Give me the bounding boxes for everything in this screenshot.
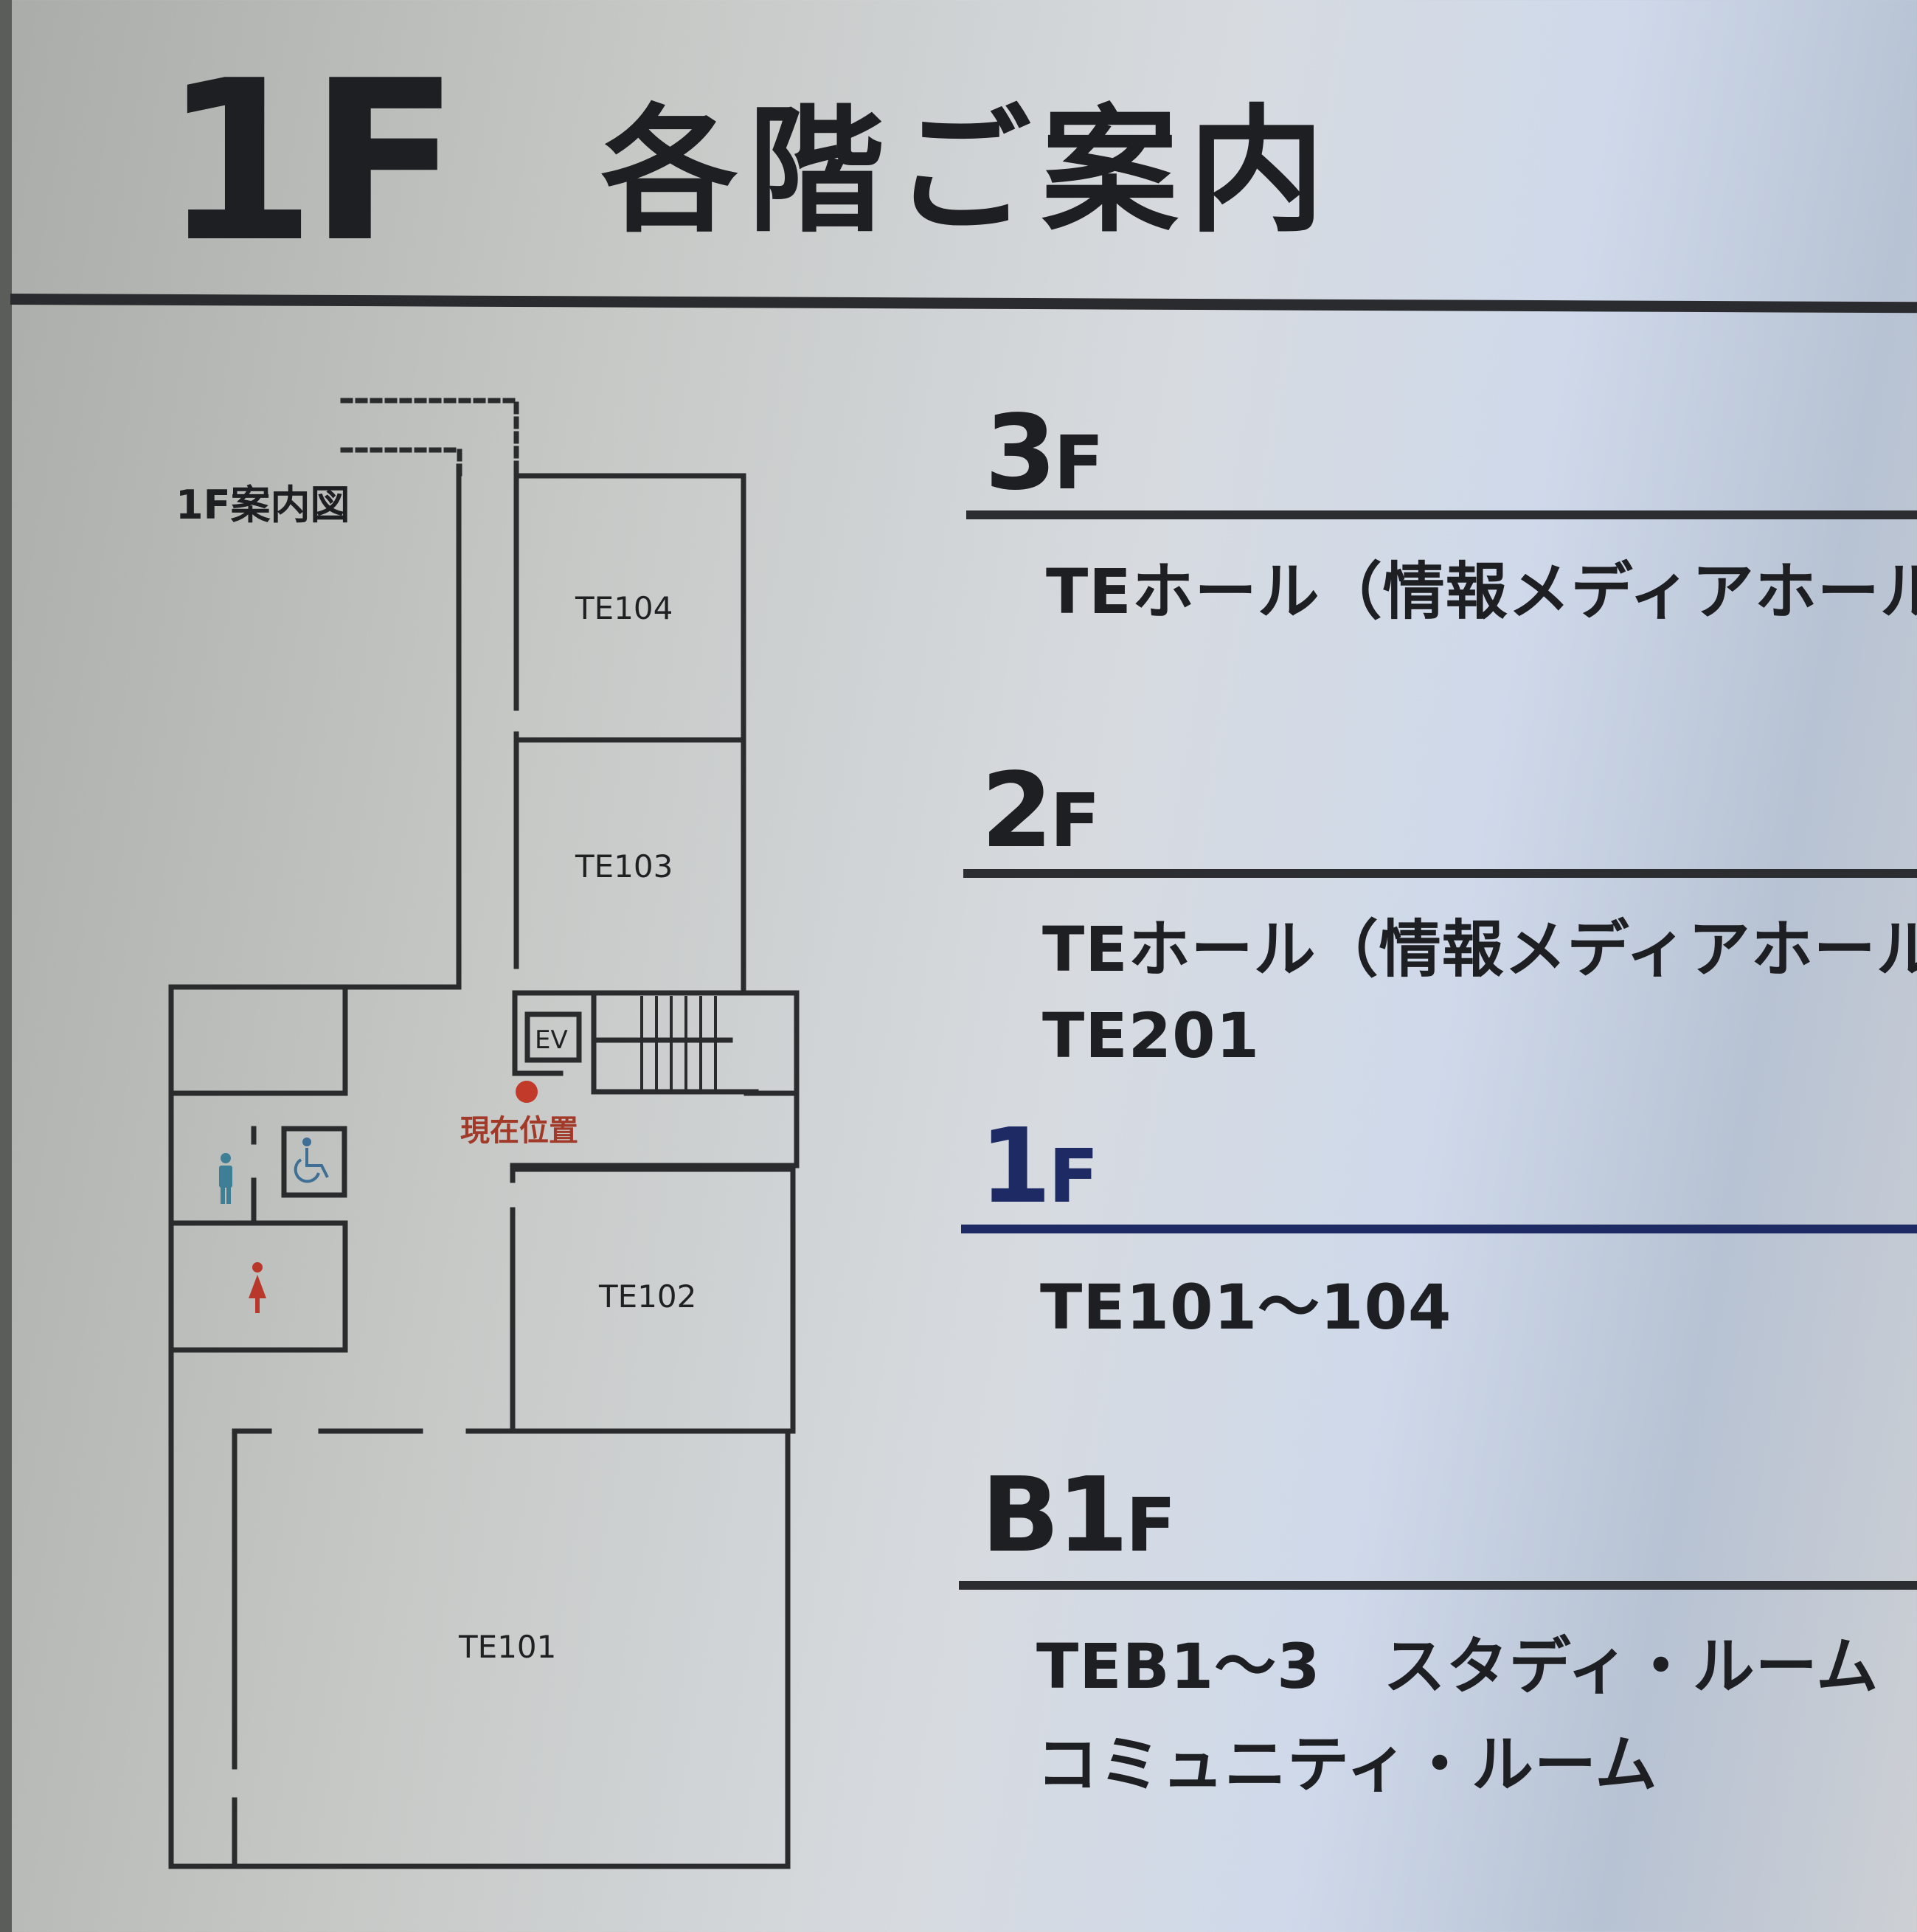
room-label-te101: TE101 <box>459 1629 557 1665</box>
map-stair-outline <box>591 990 759 1095</box>
floor-2f-item: TE201 <box>1042 1000 1261 1072</box>
floor-1f-item: TE101～104 <box>1040 1271 1452 1343</box>
elevator-label: EV <box>535 1025 568 1055</box>
map-stairs <box>640 996 717 1092</box>
floor-b1f-item: コミュニティ・ルーム <box>1036 1728 1658 1801</box>
map-room-te104-te103 <box>513 473 746 995</box>
male-toilet-icon <box>219 1153 232 1204</box>
current-location-label: 現在位置 <box>460 1114 578 1148</box>
room-label-te102: TE102 <box>599 1278 697 1315</box>
floor-2f-item: TEホール（情報メディアホール） <box>1042 913 1917 986</box>
room-label-te103: TE103 <box>575 848 673 884</box>
floor-rule-b1f <box>959 1581 1917 1590</box>
floor-rule-3f <box>966 510 1917 519</box>
map-accessible-toilet <box>281 1126 347 1198</box>
current-location-marker <box>516 1081 538 1103</box>
map-dotted-path-inner <box>340 447 462 482</box>
floor-3f-item: TEホール（情報メディアホール） <box>1046 555 1917 628</box>
floor-heading-2f: 2F <box>981 751 1100 871</box>
floor-rule-1f <box>961 1225 1917 1233</box>
map-title: 1F案内図 <box>176 482 350 528</box>
map-wall <box>168 463 462 990</box>
map-wall <box>168 984 348 1096</box>
accessible-icon <box>294 1138 329 1183</box>
floor-heading-1f: 1F <box>980 1107 1099 1227</box>
directory-sign: 1F 各階ご案内 1F案内図 TE104 TE103 TE102 TE101 E… <box>0 0 1917 1932</box>
floor-heading-3f: 3F <box>985 393 1104 513</box>
floor-b1f-item: TEB1～3 スタディ・ルーム <box>1036 1630 1879 1703</box>
floor-heading-b1f: B1F <box>981 1455 1176 1576</box>
floor-rule-2f <box>963 869 1917 878</box>
female-toilet-icon <box>249 1262 266 1313</box>
map-dotted-path <box>340 398 519 482</box>
room-label-te104: TE104 <box>575 590 673 626</box>
